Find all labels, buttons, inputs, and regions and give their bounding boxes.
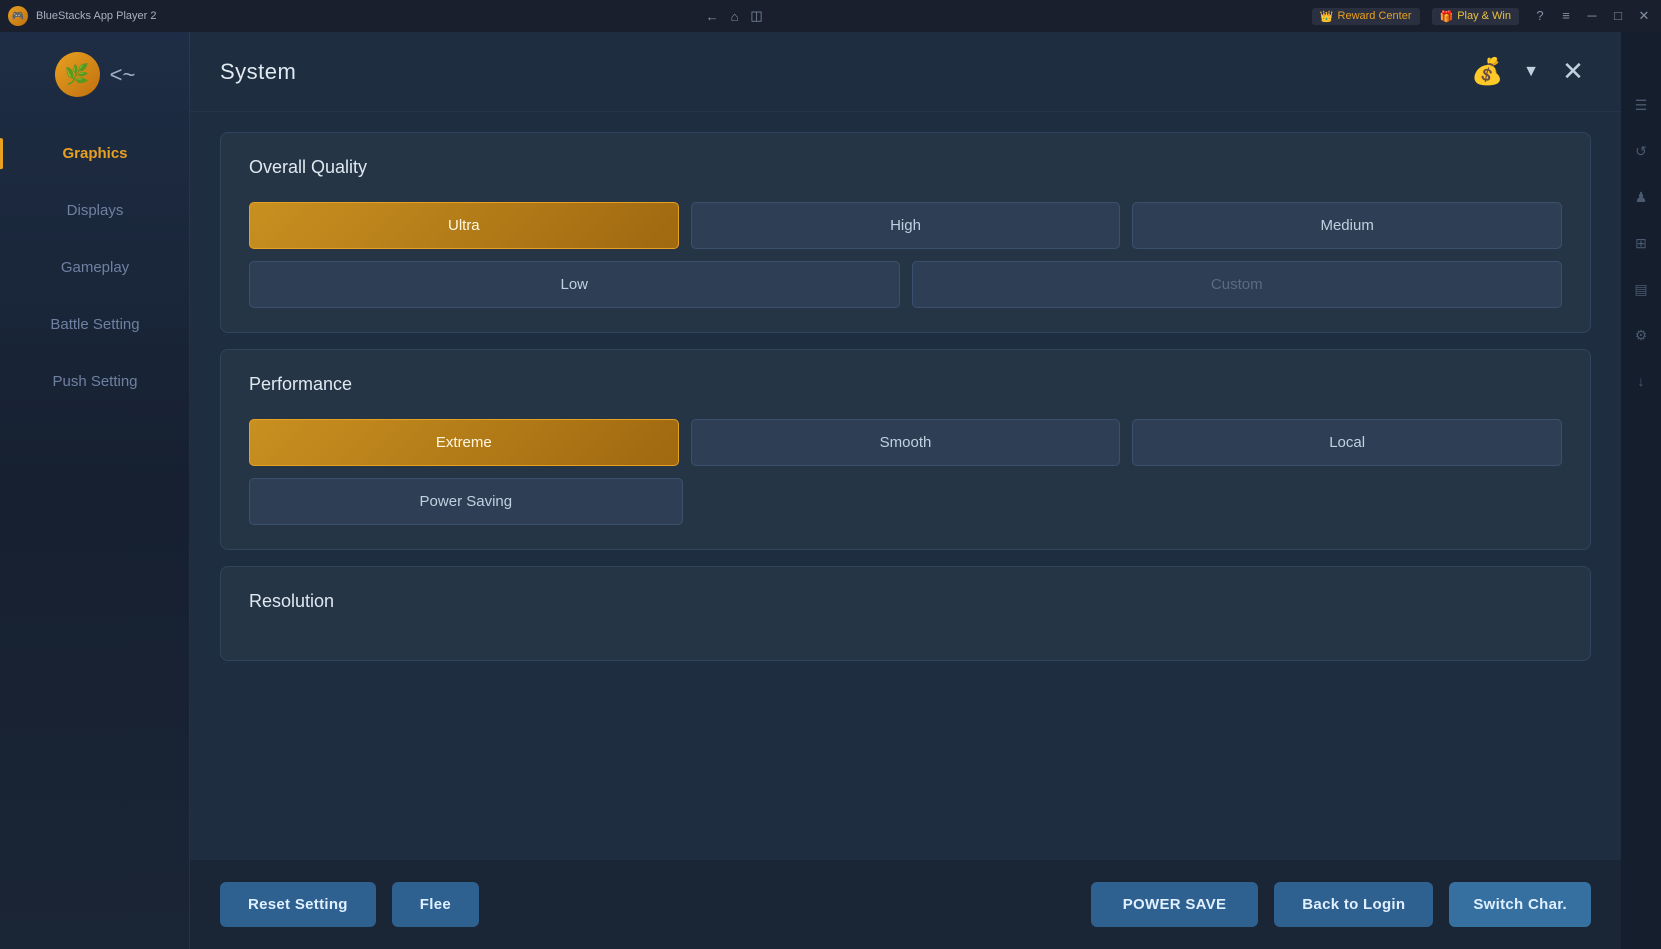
sidebar-item-battle-setting[interactable]: Battle Setting bbox=[0, 298, 190, 351]
right-icon-1[interactable]: ↺ bbox=[1628, 138, 1654, 164]
sidebar-logo: 🌿 <~ bbox=[55, 52, 136, 97]
title-bar-left: 🎮 BlueStacks App Player 2 bbox=[8, 6, 156, 26]
resolution-title: Resolution bbox=[249, 591, 1562, 612]
sidebar-item-gameplay[interactable]: Gameplay bbox=[0, 241, 190, 294]
scroll-content: Overall Quality Ultra High Medium Low Cu… bbox=[190, 112, 1621, 859]
bag-icon[interactable]: 💰 bbox=[1467, 52, 1507, 92]
overall-quality-card: Overall Quality Ultra High Medium Low Cu… bbox=[220, 132, 1591, 333]
switch-char-btn[interactable]: Switch Char. bbox=[1449, 882, 1591, 927]
title-bar-nav: ← ⌂ ◫ bbox=[706, 8, 763, 24]
right-panel: ☰ ↺ ♟ ⊞ ▤ ⚙ ↓ bbox=[1621, 32, 1661, 949]
page-title: System bbox=[220, 59, 296, 85]
perf-btn-smooth[interactable]: Smooth bbox=[691, 419, 1121, 466]
sidebar-item-displays[interactable]: Displays bbox=[0, 184, 190, 237]
reward-center-label: Reward Center bbox=[1338, 10, 1412, 22]
sidebar-label-push-setting: Push Setting bbox=[52, 373, 137, 390]
close-dialog-btn[interactable]: ✕ bbox=[1555, 54, 1591, 90]
sidebar-label-battle-setting: Battle Setting bbox=[50, 316, 139, 333]
sidebar-label-gameplay: Gameplay bbox=[61, 259, 129, 276]
play-win-btn[interactable]: 🎁 Play & Win bbox=[1432, 8, 1520, 25]
title-bar-right: 👑 Reward Center 🎁 Play & Win ? ≡ ─ □ ✕ bbox=[1312, 8, 1653, 25]
sidebar-nav: Graphics Displays Gameplay Battle Settin… bbox=[0, 127, 190, 408]
flee-btn[interactable]: Flee bbox=[392, 882, 479, 927]
perf-btn-local[interactable]: Local bbox=[1132, 419, 1562, 466]
sidebar-item-push-setting[interactable]: Push Setting bbox=[0, 355, 190, 408]
bottom-bar: Reset Setting Flee POWER SAVE Back to Lo… bbox=[190, 859, 1621, 949]
perf-btn-power-saving[interactable]: Power Saving bbox=[249, 478, 683, 525]
sidebar-label-displays: Displays bbox=[67, 202, 124, 219]
app-icon: 🎮 bbox=[8, 6, 28, 26]
win-controls: ? ≡ ─ □ ✕ bbox=[1531, 8, 1653, 24]
performance-title: Performance bbox=[249, 374, 1562, 395]
back-to-login-btn[interactable]: Back to Login bbox=[1274, 882, 1433, 927]
performance-card: Performance Extreme Smooth Local Power S… bbox=[220, 349, 1591, 550]
right-icon-6[interactable]: ↓ bbox=[1628, 368, 1654, 394]
top-bar: System 💰 ▼ ✕ bbox=[190, 32, 1621, 112]
performance-bottom-row: Power Saving bbox=[249, 478, 1562, 525]
content-area: System 💰 ▼ ✕ Overall Quality Ultra High … bbox=[190, 32, 1621, 949]
minimize-btn[interactable]: ─ bbox=[1583, 8, 1601, 24]
close-btn[interactable]: ✕ bbox=[1635, 8, 1653, 24]
sidebar-item-graphics[interactable]: Graphics bbox=[0, 127, 190, 180]
sidebar: 🌿 <~ Graphics Displays Gameplay Battle S… bbox=[0, 32, 190, 949]
performance-top-row: Extreme Smooth Local bbox=[249, 419, 1562, 466]
right-icon-0[interactable]: ☰ bbox=[1628, 92, 1654, 118]
right-icon-3[interactable]: ⊞ bbox=[1628, 230, 1654, 256]
gift-icon: 🎁 bbox=[1440, 10, 1454, 23]
overall-quality-title: Overall Quality bbox=[249, 157, 1562, 178]
help-btn[interactable]: ? bbox=[1531, 8, 1549, 24]
nav-back[interactable]: ← bbox=[706, 9, 719, 24]
quality-btn-ultra[interactable]: Ultra bbox=[249, 202, 679, 249]
top-bar-right: 💰 ▼ ✕ bbox=[1467, 52, 1591, 92]
app-title: BlueStacks App Player 2 bbox=[36, 10, 156, 22]
dropdown-chevron[interactable]: ▼ bbox=[1523, 63, 1539, 81]
quality-btn-medium[interactable]: Medium bbox=[1132, 202, 1562, 249]
quality-btn-high[interactable]: High bbox=[691, 202, 1121, 249]
logo-icon: 🌿 bbox=[55, 52, 100, 97]
maximize-btn[interactable]: □ bbox=[1609, 8, 1627, 24]
main-container: 🌿 <~ Graphics Displays Gameplay Battle S… bbox=[0, 32, 1661, 949]
resolution-card: Resolution bbox=[220, 566, 1591, 661]
hamburger-btn[interactable]: ≡ bbox=[1557, 8, 1575, 24]
power-save-btn[interactable]: POWER SAVE bbox=[1091, 882, 1259, 927]
logo-arrows: <~ bbox=[110, 62, 136, 88]
sidebar-label-graphics: Graphics bbox=[62, 145, 127, 162]
quality-btn-custom[interactable]: Custom bbox=[912, 261, 1563, 308]
right-icon-2[interactable]: ♟ bbox=[1628, 184, 1654, 210]
quality-top-row: Ultra High Medium bbox=[249, 202, 1562, 249]
play-win-label: Play & Win bbox=[1457, 10, 1511, 22]
nav-bookmark[interactable]: ◫ bbox=[750, 8, 762, 24]
reward-center-btn[interactable]: 👑 Reward Center bbox=[1312, 8, 1420, 25]
perf-btn-extreme[interactable]: Extreme bbox=[249, 419, 679, 466]
reset-setting-btn[interactable]: Reset Setting bbox=[220, 882, 376, 927]
right-icon-5[interactable]: ⚙ bbox=[1628, 322, 1654, 348]
quality-bottom-row: Low Custom bbox=[249, 261, 1562, 308]
quality-btn-low[interactable]: Low bbox=[249, 261, 900, 308]
title-bar: 🎮 BlueStacks App Player 2 ← ⌂ ◫ 👑 Reward… bbox=[0, 0, 1661, 32]
nav-home[interactable]: ⌂ bbox=[731, 9, 739, 24]
right-icon-4[interactable]: ▤ bbox=[1628, 276, 1654, 302]
crown-icon: 👑 bbox=[1320, 10, 1334, 23]
